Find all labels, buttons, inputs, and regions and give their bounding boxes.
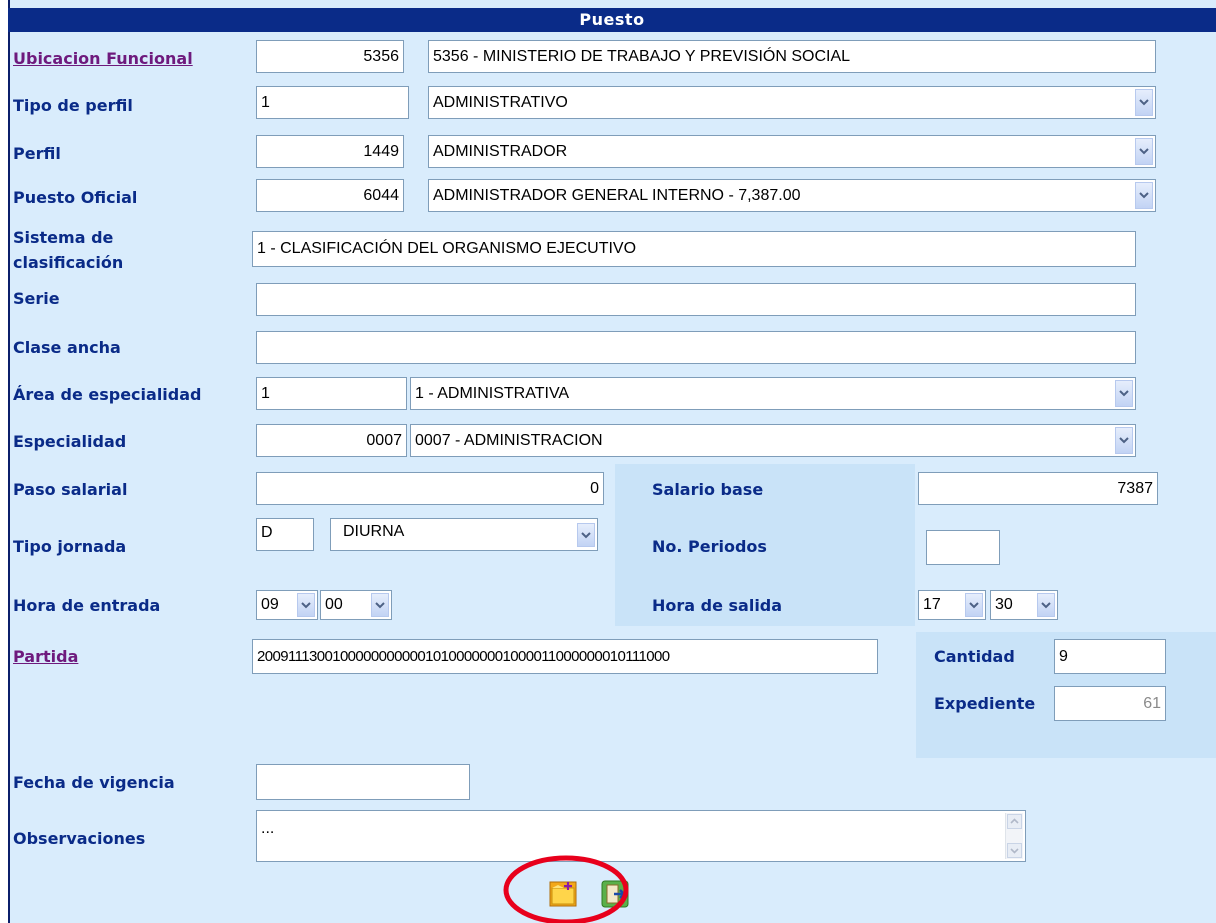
area-especialidad-label: Área de especialidad bbox=[13, 385, 202, 404]
chevron-down-icon[interactable] bbox=[1135, 89, 1153, 116]
observaciones-text: ... bbox=[261, 820, 275, 837]
observaciones-textarea[interactable]: ... bbox=[256, 810, 1026, 862]
paso-salarial-label: Paso salarial bbox=[13, 480, 128, 499]
chevron-down-icon[interactable] bbox=[1115, 380, 1133, 407]
salario-base-input[interactable]: 7387 bbox=[918, 472, 1158, 505]
chevron-down-icon[interactable] bbox=[1115, 427, 1133, 454]
ubicacion-desc-input[interactable]: 5356 - MINISTERIO DE TRABAJO Y PREVISIÓN… bbox=[428, 40, 1156, 73]
scroll-up-icon[interactable] bbox=[1007, 814, 1022, 829]
especialidad-label: Especialidad bbox=[13, 432, 127, 451]
hora-entrada-hour-select[interactable]: 09 bbox=[256, 590, 318, 620]
hora-entrada-minute-select[interactable]: 00 bbox=[320, 590, 392, 620]
clase-ancha-input[interactable] bbox=[256, 331, 1136, 364]
chevron-down-icon[interactable] bbox=[1135, 138, 1153, 165]
especialidad-selected: 0007 - ADMINISTRACION bbox=[415, 431, 603, 449]
sistema-label-line2: clasificación bbox=[13, 253, 124, 272]
observaciones-label: Observaciones bbox=[13, 829, 146, 848]
hora-entrada-hour: 09 bbox=[261, 596, 279, 613]
panel-border bbox=[8, 0, 10, 923]
especialidad-code-input[interactable]: 0007 bbox=[256, 424, 407, 457]
hora-salida-hour: 17 bbox=[923, 596, 941, 613]
sistema-label-line1: Sistema de bbox=[13, 228, 114, 247]
puesto-code-input[interactable]: 6044 bbox=[256, 179, 404, 212]
hora-entrada-label: Hora de entrada bbox=[13, 596, 161, 615]
no-periodos-label: No. Periodos bbox=[652, 537, 767, 556]
puesto-oficial-select[interactable]: ADMINISTRADOR GENERAL INTERNO - 7,387.00 bbox=[428, 179, 1156, 212]
serie-label: Serie bbox=[13, 289, 60, 308]
area-code-input[interactable]: 1 bbox=[256, 377, 407, 410]
chevron-down-icon[interactable] bbox=[1037, 593, 1055, 617]
tipo-perfil-selected: ADMINISTRATIVO bbox=[433, 93, 568, 111]
cantidad-input[interactable]: 9 bbox=[1054, 639, 1166, 674]
tipo-jornada-label: Tipo jornada bbox=[13, 537, 127, 556]
puesto-oficial-selected: ADMINISTRADOR GENERAL INTERNO - 7,387.00 bbox=[433, 186, 801, 204]
paso-salarial-input[interactable]: 0 bbox=[256, 472, 604, 505]
ubicacion-funcional-link[interactable]: Ubicacion Funcional bbox=[13, 50, 193, 68]
perfil-selected: ADMINISTRADOR bbox=[433, 142, 568, 160]
chevron-down-icon[interactable] bbox=[965, 593, 983, 617]
hora-salida-hour-select[interactable]: 17 bbox=[918, 590, 986, 620]
hora-salida-minute-select[interactable]: 30 bbox=[990, 590, 1058, 620]
fecha-vigencia-input[interactable] bbox=[256, 764, 470, 800]
salario-base-label: Salario base bbox=[652, 480, 764, 499]
highlight-circle bbox=[503, 855, 629, 923]
no-periodos-input[interactable] bbox=[926, 530, 1000, 565]
tipo-perfil-code-input[interactable]: 1 bbox=[256, 86, 409, 119]
serie-input[interactable] bbox=[256, 283, 1136, 316]
puesto-oficial-label: Puesto Oficial bbox=[13, 188, 138, 207]
area-selected: 1 - ADMINISTRATIVA bbox=[415, 384, 570, 402]
chevron-down-icon[interactable] bbox=[297, 593, 315, 617]
observaciones-scrollbar[interactable] bbox=[1005, 813, 1023, 859]
tipo-jornada-selected: DIURNA bbox=[343, 523, 405, 540]
fecha-vigencia-label: Fecha de vigencia bbox=[13, 773, 175, 792]
chevron-down-icon[interactable] bbox=[1135, 182, 1153, 209]
area-select[interactable]: 1 - ADMINISTRATIVA bbox=[410, 377, 1136, 410]
hora-salida-label: Hora de salida bbox=[652, 596, 783, 615]
perfil-label: Perfil bbox=[13, 144, 61, 163]
clase-ancha-label: Clase ancha bbox=[13, 338, 121, 357]
ubicacion-code-input[interactable]: 5356 bbox=[256, 40, 404, 73]
tipo-perfil-select[interactable]: ADMINISTRATIVO bbox=[428, 86, 1156, 119]
section-header: Puesto bbox=[8, 8, 1216, 32]
partida-link[interactable]: Partida bbox=[13, 648, 78, 666]
tipo-jornada-select[interactable]: DIURNA bbox=[330, 518, 598, 551]
partida-input[interactable]: 2009111300100000000000101000000010000110… bbox=[252, 639, 878, 674]
tipo-perfil-label: Tipo de perfil bbox=[13, 96, 133, 115]
cantidad-label: Cantidad bbox=[934, 647, 1015, 666]
expediente-label: Expediente bbox=[934, 694, 1036, 713]
sistema-input[interactable]: 1 - CLASIFICACIÓN DEL ORGANISMO EJECUTIV… bbox=[252, 231, 1136, 267]
hora-salida-minute: 30 bbox=[995, 596, 1013, 613]
perfil-select[interactable]: ADMINISTRADOR bbox=[428, 135, 1156, 168]
chevron-down-icon[interactable] bbox=[371, 593, 389, 617]
chevron-down-icon[interactable] bbox=[577, 523, 595, 547]
perfil-code-input[interactable]: 1449 bbox=[256, 135, 404, 168]
especialidad-select[interactable]: 0007 - ADMINISTRACION bbox=[410, 424, 1136, 457]
scroll-down-icon[interactable] bbox=[1007, 843, 1022, 858]
hora-entrada-minute: 00 bbox=[325, 596, 343, 613]
tipo-jornada-code-input[interactable]: D bbox=[256, 518, 314, 551]
expediente-input[interactable]: 61 bbox=[1054, 686, 1166, 721]
